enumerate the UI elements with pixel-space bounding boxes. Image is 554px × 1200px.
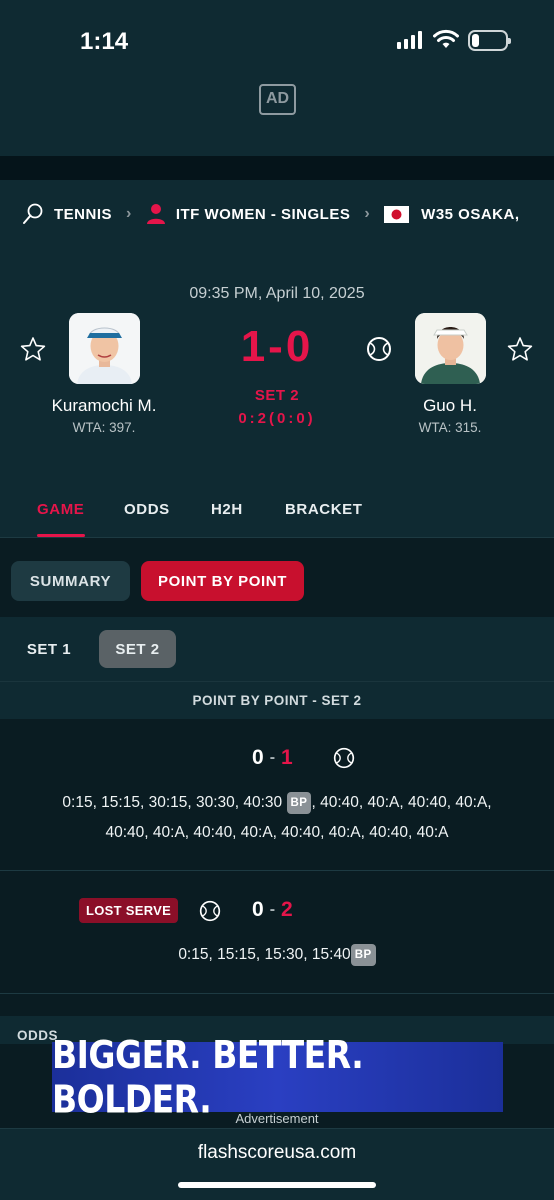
- away-player-rank: WTA: 315.: [418, 420, 482, 435]
- home-player-name[interactable]: Kuramochi M.: [29, 396, 179, 416]
- away-player-avatar[interactable]: [415, 313, 486, 384]
- set-1-button[interactable]: SET 1: [14, 630, 84, 668]
- lost-serve-badge: LOST SERVE: [79, 898, 179, 923]
- breadcrumb-tournament[interactable]: W35 OSAKA,: [384, 205, 520, 223]
- status-time: 1:14: [80, 28, 129, 55]
- set-2-button[interactable]: SET 2: [99, 630, 176, 668]
- person-icon: [146, 204, 165, 224]
- game-score: 0-1: [252, 746, 293, 769]
- japan-flag-icon: [384, 205, 410, 223]
- battery-icon: [468, 30, 511, 51]
- game-score: 0-2: [252, 898, 293, 921]
- breadcrumb: TENNIS › ITF WOMEN - SINGLES › W35 OSAKA…: [22, 201, 554, 227]
- subtab-summary[interactable]: SUMMARY: [11, 561, 130, 601]
- separator: [0, 156, 554, 180]
- away-player-name[interactable]: Guo H.: [375, 396, 525, 416]
- divider: [0, 870, 554, 871]
- point-sequence: 0:15, 15:15, 15:30, 15:40 BP: [0, 940, 554, 970]
- tennis-ball-icon: [367, 337, 391, 361]
- address-bar-url[interactable]: flashscoreusa.com: [0, 1142, 554, 1164]
- section-title: POINT BY POINT - SET 2: [0, 681, 554, 719]
- chevron-right-icon: ›: [364, 205, 371, 222]
- ad-caption: Advertisement: [235, 1111, 319, 1126]
- ad-banner-text: BIGGER. BETTER. BOLDER.: [52, 1032, 364, 1122]
- tennis-ball-icon: [333, 747, 355, 769]
- home-player-rank: WTA: 397.: [72, 420, 136, 435]
- home-indicator[interactable]: [178, 1182, 376, 1188]
- tab-odds[interactable]: ODDS: [124, 501, 170, 518]
- chevron-right-icon: ›: [126, 205, 132, 222]
- tennis-racket-icon: [23, 203, 43, 224]
- browser-bar: [0, 1128, 554, 1200]
- ad-banner[interactable]: BIGGER. BETTER. BOLDER.: [52, 1032, 503, 1122]
- star-icon[interactable]: [507, 336, 533, 362]
- tab-bracket[interactable]: BRACKET: [285, 501, 363, 518]
- star-icon[interactable]: [20, 336, 46, 362]
- breadcrumb-sport[interactable]: TENNIS: [22, 203, 112, 225]
- subtab-point-by-point[interactable]: POINT BY POINT: [141, 561, 304, 601]
- wifi-icon: [433, 29, 459, 48]
- break-point-badge: BP: [286, 791, 312, 814]
- tab-game[interactable]: GAME: [37, 501, 84, 518]
- signal-icon: [397, 31, 422, 49]
- match-datetime: 09:35 PM, April 10, 2025: [189, 285, 365, 302]
- active-tab-indicator: [37, 534, 85, 537]
- breadcrumb-sport-label: TENNIS: [54, 205, 113, 223]
- tab-h2h[interactable]: H2H: [211, 501, 243, 518]
- match-status: SET 2: [254, 387, 300, 404]
- current-set-score: 0:2(0:0): [238, 410, 316, 427]
- ad-badge: AD: [259, 84, 296, 115]
- breadcrumb-competition-label: ITF WOMEN - SINGLES: [175, 205, 351, 223]
- break-point-badge: BP: [350, 943, 376, 966]
- point-sequence: 40:40, 40:A, 40:40, 40:A, 40:40, 40:A, 4…: [105, 824, 449, 841]
- breadcrumb-tournament-label: W35 OSAKA,: [421, 205, 520, 223]
- point-sequence: 0:15, 15:15, 30:15, 30:30, 40:30 BP, 40:…: [0, 788, 554, 818]
- home-player-avatar[interactable]: [69, 313, 140, 384]
- breadcrumb-competition[interactable]: ITF WOMEN - SINGLES: [146, 203, 351, 225]
- tennis-ball-icon: [199, 900, 221, 922]
- divider: [0, 993, 554, 994]
- match-score: 1-0: [240, 322, 314, 371]
